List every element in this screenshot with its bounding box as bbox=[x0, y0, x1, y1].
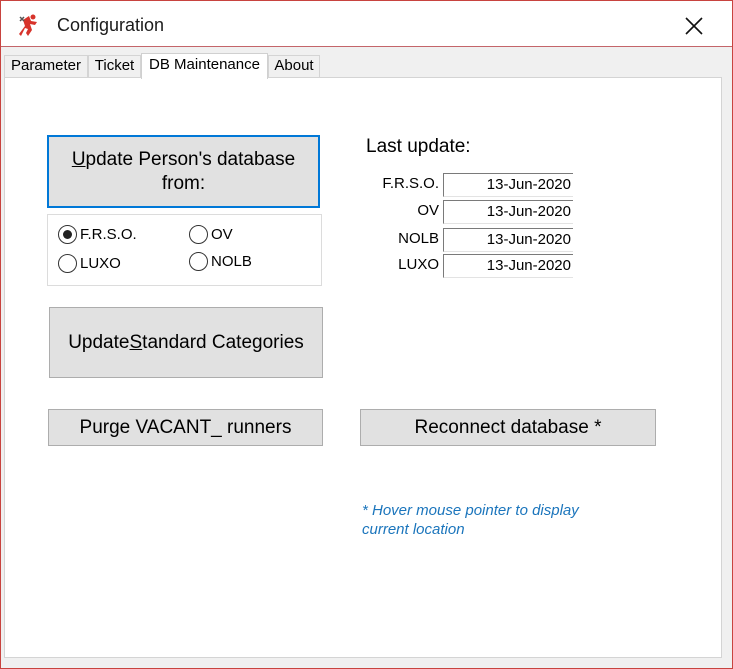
last-update-heading: Last update: bbox=[366, 136, 471, 157]
runner-logo-icon bbox=[15, 12, 41, 38]
close-icon bbox=[685, 17, 703, 35]
configuration-window: Configuration Parameter Ticket DB Mainte… bbox=[0, 0, 733, 669]
last-update-value: 13-Jun-2020 bbox=[443, 228, 573, 252]
radio-nolb-label: NOLB bbox=[211, 253, 252, 270]
hover-hint-text: * Hover mouse pointer to display current… bbox=[362, 502, 579, 538]
last-update-label: OV bbox=[417, 202, 439, 219]
radio-luxo-indicator bbox=[58, 254, 77, 273]
radio-ov-label: OV bbox=[211, 226, 233, 243]
update-person-line2: from: bbox=[161, 172, 206, 194]
update-person-database-button[interactable]: Update Person's database from: bbox=[47, 135, 320, 208]
source-radio-group: F.R.S.O. OV LUXO NOLB bbox=[47, 214, 322, 286]
tab-ticket[interactable]: Ticket bbox=[88, 55, 141, 78]
tab-parameter[interactable]: Parameter bbox=[4, 55, 88, 78]
update-std-accel: S bbox=[129, 331, 143, 353]
update-std-pre: Update bbox=[68, 331, 130, 353]
last-update-label: F.R.S.O. bbox=[382, 175, 439, 192]
last-update-row-luxo: LUXO 13-Jun-2020 bbox=[345, 254, 575, 278]
last-update-row-nolb: NOLB 13-Jun-2020 bbox=[345, 228, 575, 252]
tab-db-maintenance[interactable]: DB Maintenance bbox=[141, 53, 268, 79]
reconnect-database-button[interactable]: Reconnect database * bbox=[360, 409, 656, 446]
tab-about[interactable]: About bbox=[268, 55, 320, 78]
last-update-label: NOLB bbox=[398, 230, 439, 247]
radio-luxo-label: LUXO bbox=[80, 255, 121, 272]
last-update-value: 13-Jun-2020 bbox=[443, 200, 573, 224]
db-maintenance-panel: Update Person's database from: F.R.S.O. … bbox=[4, 77, 722, 658]
update-person-line1: Update Person's database bbox=[71, 148, 296, 170]
update-std-post: tandard Categories bbox=[142, 331, 304, 353]
radio-nolb-indicator bbox=[189, 252, 208, 271]
last-update-value: 13-Jun-2020 bbox=[443, 173, 573, 197]
last-update-label: LUXO bbox=[398, 256, 439, 273]
radio-frso-label: F.R.S.O. bbox=[80, 226, 137, 243]
radio-ov-indicator bbox=[189, 225, 208, 244]
last-update-value: 13-Jun-2020 bbox=[443, 254, 573, 278]
window-title: Configuration bbox=[57, 15, 165, 35]
last-update-row-ov: OV 13-Jun-2020 bbox=[345, 200, 575, 224]
title-bar: Configuration bbox=[1, 1, 732, 47]
radio-frso[interactable]: F.R.S.O. bbox=[58, 225, 137, 244]
last-update-row-frso: F.R.S.O. 13-Jun-2020 bbox=[345, 173, 575, 197]
update-standard-categories-button[interactable]: Update Standard Categories bbox=[49, 307, 323, 378]
radio-ov[interactable]: OV bbox=[189, 225, 233, 244]
purge-vacant-runners-button[interactable]: Purge VACANT_ runners bbox=[48, 409, 323, 446]
close-button[interactable] bbox=[677, 9, 711, 43]
radio-nolb[interactable]: NOLB bbox=[189, 252, 252, 271]
radio-luxo[interactable]: LUXO bbox=[58, 254, 121, 273]
radio-frso-indicator bbox=[58, 225, 77, 244]
